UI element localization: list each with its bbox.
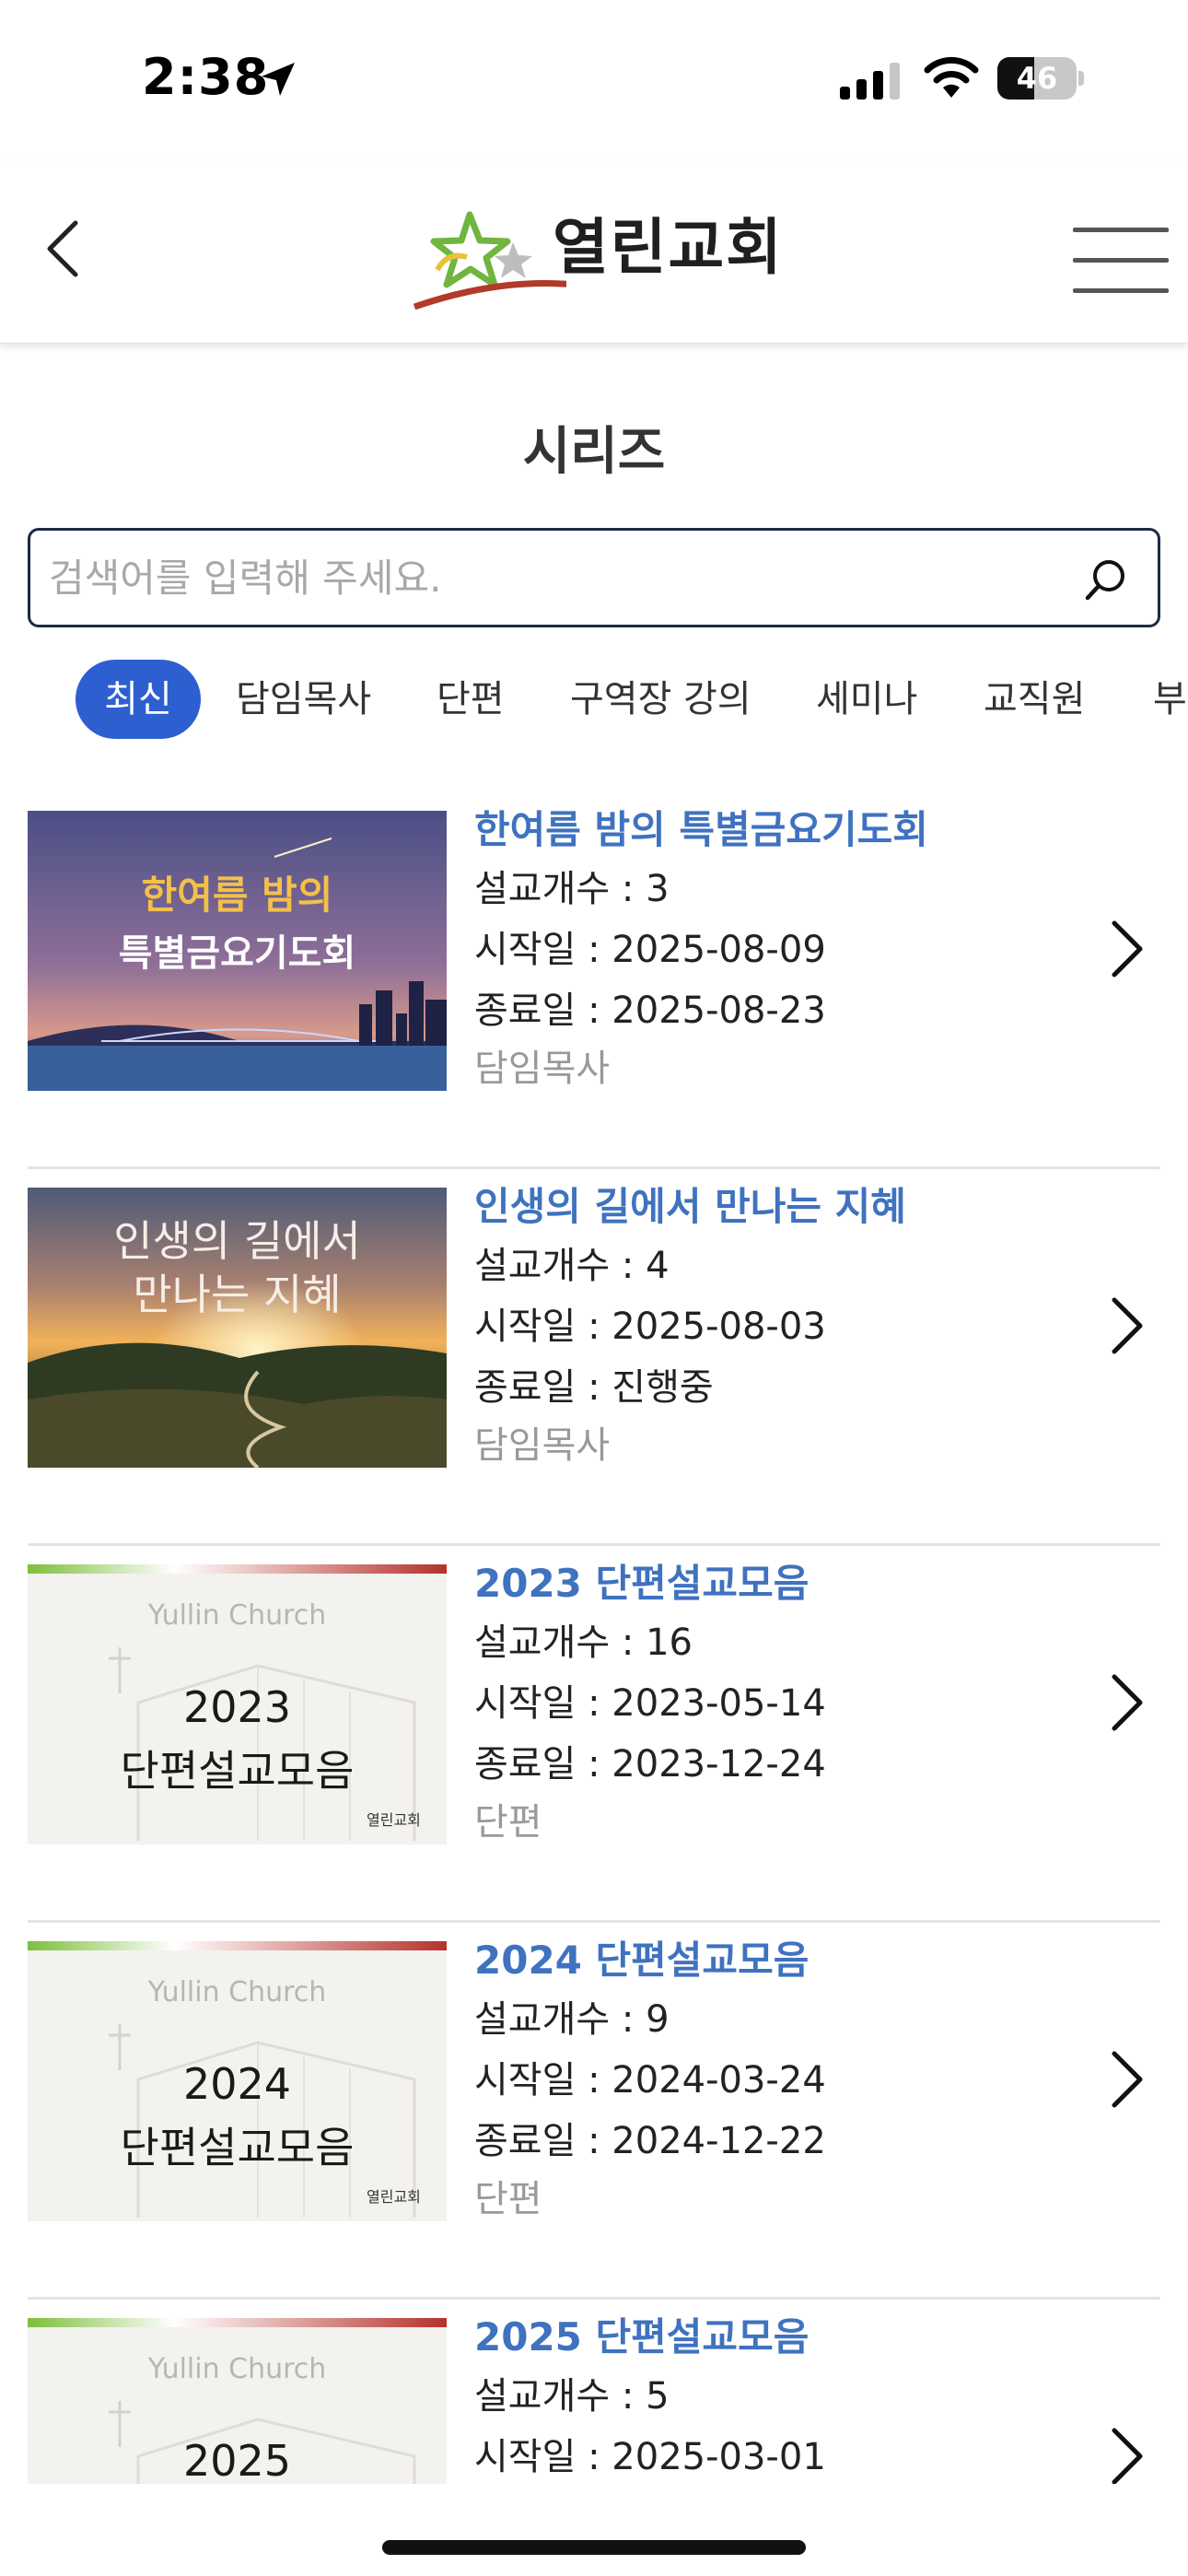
- search-icon[interactable]: [1080, 555, 1132, 606]
- filter-chip-more[interactable]: 부: [1153, 660, 1187, 739]
- battery-body: 46: [997, 57, 1077, 100]
- menu-line: [1073, 288, 1169, 293]
- series-item[interactable]: Yullin Church 2025 2025 단편설교모음 설교개수 : 5 …: [0, 2300, 1188, 2484]
- thumbnail-brand: Yullin Church: [147, 2353, 327, 2385]
- thumbnail-caption-line1: 2023: [182, 1682, 292, 1732]
- series-sermon-count: 설교개수 : 3: [474, 868, 670, 910]
- filter-chip-district-leader-lecture[interactable]: 구역장 강의: [570, 660, 751, 739]
- home-indicator[interactable]: [382, 2540, 806, 2555]
- status-bar: 2:38 46: [0, 0, 1188, 161]
- thumbnail-brand: Yullin Church: [147, 1976, 327, 2008]
- filter-chip-latest[interactable]: 최신: [76, 660, 201, 739]
- battery-icon: 46: [997, 57, 1086, 100]
- menu-line: [1073, 258, 1169, 263]
- thumbnail-caption-line2: 특별금요기도회: [118, 932, 356, 975]
- app-header: 열린교회: [0, 161, 1188, 344]
- logo-text: 열린교회: [553, 212, 784, 283]
- thumbnail-logo: 열린교회: [367, 2188, 421, 2206]
- series-info: 인생의 길에서 만나는 지혜 설교개수 : 4 시작일 : 2025-08-03…: [474, 1178, 1064, 1473]
- chevron-right-icon[interactable]: [1098, 1666, 1153, 1739]
- series-title[interactable]: 2024 단편설교모음: [474, 1932, 1064, 1989]
- series-sermon-count: 설교개수 : 5: [474, 2375, 670, 2418]
- series-category: 단편: [474, 2178, 542, 2220]
- series-end-date: 종료일 : 진행중: [474, 1366, 714, 1409]
- filter-chip-staff[interactable]: 교직원: [984, 660, 1085, 739]
- series-info: 2024 단편설교모음 설교개수 : 9 시작일 : 2024-03-24 종료…: [474, 1932, 1064, 2227]
- battery-level: 46: [1016, 61, 1058, 96]
- thumbnail-caption-line1: 한여름 밤의: [141, 872, 333, 918]
- thumbnail-caption-line1: 2024: [182, 2059, 292, 2109]
- series-sermon-count: 설교개수 : 4: [474, 1245, 670, 1287]
- series-list: 한여름 밤의 특별금요기도회 한여름 밤의 특별금요기도회 설교개수 : 3 시…: [0, 792, 1188, 2484]
- chevron-right-icon[interactable]: [1098, 2419, 1153, 2484]
- status-time: 2:38: [142, 48, 270, 106]
- hamburger-menu-icon[interactable]: [1073, 228, 1169, 294]
- series-info: 2025 단편설교모음 설교개수 : 5 시작일 : 2025-03-01: [474, 2309, 1064, 2484]
- series-thumbnail: Yullin Church 2025: [28, 2318, 447, 2484]
- location-arrow-icon: [262, 63, 295, 96]
- series-category: 담임목사: [474, 1048, 611, 1090]
- series-item[interactable]: Yullin Church 2023 단편설교모음 열린교회 2023 단편설교…: [0, 1546, 1188, 1923]
- series-category: 담임목사: [474, 1424, 611, 1467]
- filter-chip-short[interactable]: 단편: [437, 660, 505, 739]
- search-input[interactable]: [49, 547, 1043, 608]
- series-thumbnail: 인생의 길에서 만나는 지혜: [28, 1188, 447, 1468]
- series-title[interactable]: 인생의 길에서 만나는 지혜: [474, 1178, 1064, 1235]
- filter-chip-seminar[interactable]: 세미나: [816, 660, 917, 739]
- back-chevron-icon[interactable]: [33, 212, 98, 286]
- series-thumbnail: Yullin Church 2024 단편설교모음 열린교회: [28, 1941, 447, 2221]
- series-end-date: 종료일 : 2025-08-23: [474, 989, 826, 1032]
- series-category: 단편: [474, 1801, 542, 1844]
- chevron-right-icon[interactable]: [1098, 912, 1153, 986]
- thumbnail-caption-line2: 만나는 지혜: [133, 1270, 342, 1319]
- series-end-date: 종료일 : 2024-12-22: [474, 2120, 826, 2162]
- series-title[interactable]: 2023 단편설교모음: [474, 1555, 1064, 1612]
- thumbnail-caption-line2: 단편설교모음: [120, 2123, 355, 2172]
- logo-star-icon: [413, 211, 566, 310]
- menu-line: [1073, 228, 1169, 232]
- church-logo[interactable]: 열린교회: [410, 196, 797, 316]
- series-title[interactable]: 한여름 밤의 특별금요기도회: [474, 802, 1064, 859]
- series-info: 2023 단편설교모음 설교개수 : 16 시작일 : 2023-05-14 종…: [474, 1555, 1064, 1850]
- filter-tabs: 최신 담임목사 단편 구역장 강의 세미나 교직원 부: [0, 658, 1188, 741]
- thumbnail-logo: 열린교회: [367, 1811, 421, 1829]
- series-sermon-count: 설교개수 : 16: [474, 1622, 693, 1664]
- chevron-right-icon[interactable]: [1098, 2043, 1153, 2116]
- series-start-date: 시작일 : 2025-08-09: [474, 929, 826, 971]
- thumbnail-caption-line2: 단편설교모음: [120, 1746, 355, 1796]
- wifi-icon: [924, 56, 979, 98]
- series-start-date: 시작일 : 2025-03-01: [474, 2436, 826, 2478]
- series-sermon-count: 설교개수 : 9: [474, 1998, 670, 2041]
- series-start-date: 시작일 : 2024-03-24: [474, 2059, 826, 2102]
- cellular-signal-icon: [840, 63, 900, 100]
- series-start-date: 시작일 : 2025-08-03: [474, 1306, 826, 1348]
- battery-nub: [1078, 71, 1084, 86]
- page-title: 시리즈: [522, 422, 666, 482]
- series-thumbnail: Yullin Church 2023 단편설교모음 열린교회: [28, 1564, 447, 1844]
- series-title[interactable]: 2025 단편설교모음: [474, 2309, 1064, 2366]
- thumbnail-brand: Yullin Church: [147, 1599, 327, 1632]
- series-thumbnail: 한여름 밤의 특별금요기도회: [28, 811, 447, 1091]
- series-item[interactable]: 인생의 길에서 만나는 지혜 인생의 길에서 만나는 지혜 설교개수 : 4 시…: [0, 1169, 1188, 1546]
- search-box: [28, 528, 1160, 627]
- series-item[interactable]: 한여름 밤의 특별금요기도회 한여름 밤의 특별금요기도회 설교개수 : 3 시…: [0, 792, 1188, 1169]
- thumbnail-caption-line1: 인생의 길에서: [113, 1216, 361, 1266]
- series-start-date: 시작일 : 2023-05-14: [474, 1682, 826, 1725]
- thumbnail-caption-line1: 2025: [182, 2436, 292, 2484]
- filter-chip-senior-pastor[interactable]: 담임목사: [236, 660, 371, 739]
- series-info: 한여름 밤의 특별금요기도회 설교개수 : 3 시작일 : 2025-08-09…: [474, 802, 1064, 1096]
- series-end-date: 종료일 : 2023-12-24: [474, 1743, 826, 1786]
- series-item[interactable]: Yullin Church 2024 단편설교모음 열린교회 2024 단편설교…: [0, 1923, 1188, 2300]
- chevron-right-icon[interactable]: [1098, 1289, 1153, 1363]
